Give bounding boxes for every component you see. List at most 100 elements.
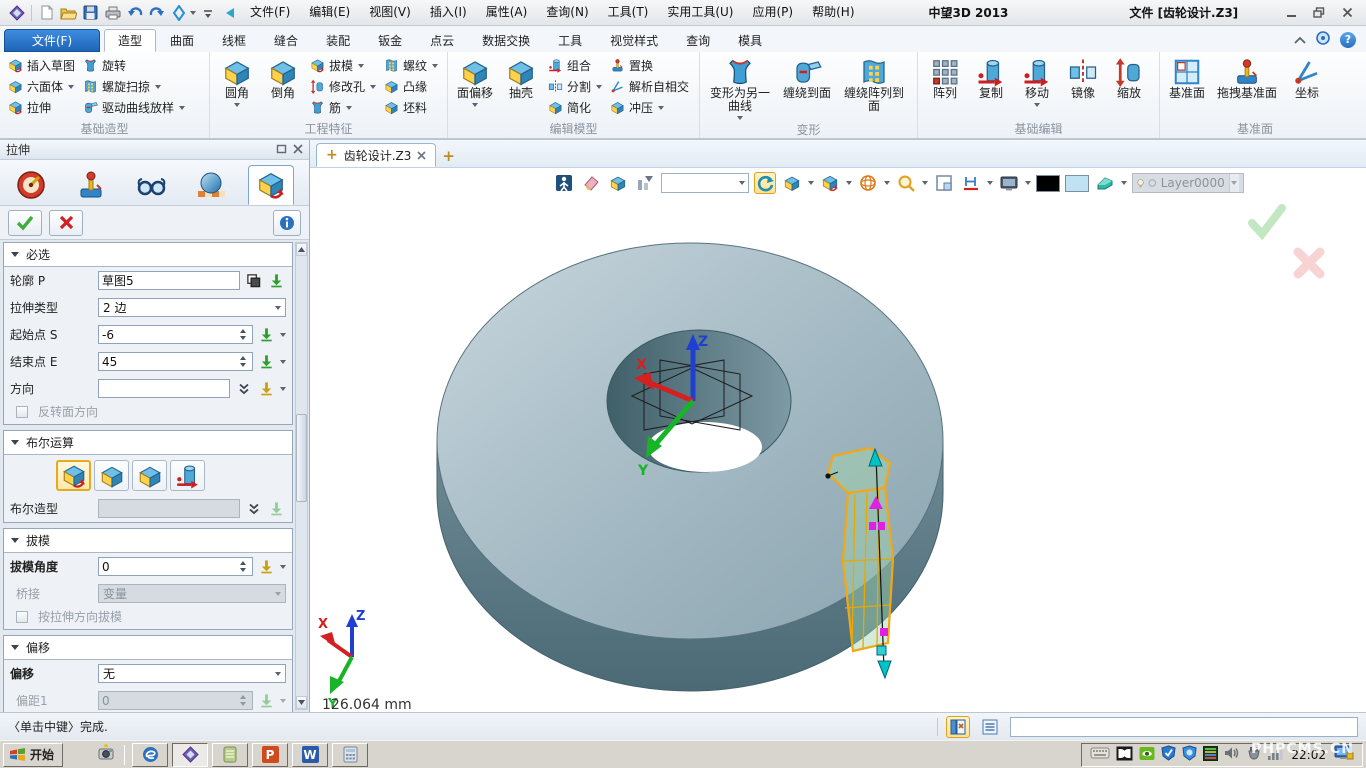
- tab-mold[interactable]: 模具: [724, 29, 776, 52]
- dropdown-arrow-icon[interactable]: [472, 103, 478, 110]
- display-settings-icon[interactable]: [998, 172, 1020, 194]
- section-header[interactable]: 拔模: [4, 529, 292, 553]
- tab-inquire[interactable]: 查询: [672, 29, 724, 52]
- wrap-pattern-to-face-button[interactable]: 缠绕阵列到面: [838, 55, 910, 113]
- viewport-3d[interactable]: X Y Z: [310, 168, 1366, 712]
- eraser-wedge-icon[interactable]: [1094, 172, 1116, 194]
- show-desktop-icon[interactable]: [1334, 745, 1354, 764]
- extrude-type-combo[interactable]: 2 边: [98, 298, 286, 317]
- end-drag-handle[interactable]: [878, 661, 891, 678]
- tab-wireframe[interactable]: 线框: [208, 29, 260, 52]
- auto-rotate-button[interactable]: [754, 172, 776, 194]
- end-input[interactable]: [102, 355, 237, 369]
- dropdown-arrow-icon[interactable]: [370, 85, 376, 92]
- dropdown-arrow-icon[interactable]: [1121, 181, 1127, 188]
- tab-drag-handle[interactable]: [68, 165, 114, 205]
- menu-utilities[interactable]: 实用工具(U): [658, 0, 742, 25]
- direction-pick-button[interactable]: [257, 380, 276, 398]
- datum-plane-button[interactable]: 基准面: [1164, 55, 1210, 100]
- taskbar-clock[interactable]: 22:02: [1289, 748, 1328, 762]
- print-icon[interactable]: [102, 2, 123, 23]
- power-plug-tray-icon[interactable]: [1247, 746, 1261, 764]
- undo-icon[interactable]: [124, 2, 145, 23]
- direction-field[interactable]: [98, 379, 230, 398]
- minimize-button[interactable]: [1282, 5, 1300, 21]
- wrap-to-face-button[interactable]: 缠绕到面: [776, 55, 838, 100]
- insert-sketch-button[interactable]: 插入草图: [4, 55, 79, 76]
- dropdown-arrow-icon[interactable]: [737, 116, 743, 123]
- box-button[interactable]: 六面体: [4, 76, 79, 97]
- menu-attributes[interactable]: 属性(A): [477, 0, 537, 25]
- direction-expand-button[interactable]: [234, 380, 253, 398]
- new-file-icon[interactable]: [36, 2, 57, 23]
- security-shield-check-icon[interactable]: [1161, 745, 1176, 764]
- dropdown-arrow-icon[interactable]: [922, 181, 928, 188]
- combine-button[interactable]: 组合: [544, 55, 606, 76]
- dropdown-arrow-icon[interactable]: [234, 103, 240, 110]
- start-input[interactable]: [102, 328, 237, 342]
- tab-close-icon[interactable]: [417, 151, 426, 160]
- offset-handle-3[interactable]: [880, 628, 888, 636]
- nvidia-tray-icon[interactable]: [1139, 746, 1155, 764]
- section-header[interactable]: 必选: [4, 243, 292, 267]
- app-grid-tray-icon[interactable]: [1203, 746, 1218, 764]
- dolby-tray-icon[interactable]: [1116, 746, 1133, 764]
- boolean-base-button[interactable]: [56, 460, 91, 491]
- antivirus-shield-icon[interactable]: [1182, 745, 1197, 764]
- pick-filter-icon[interactable]: [634, 172, 656, 194]
- flip-face-checkbox[interactable]: [16, 406, 28, 418]
- tab-preview-glasses[interactable]: [128, 165, 174, 205]
- start-button[interactable]: 开始: [3, 743, 63, 767]
- view-search-combo[interactable]: [661, 173, 749, 193]
- boolean-expand-button[interactable]: [244, 500, 263, 518]
- spiral-sweep-button[interactable]: 螺旋扫掠: [79, 76, 189, 97]
- mirror-button[interactable]: 镜像: [1060, 55, 1106, 100]
- scroll-up-icon[interactable]: [296, 243, 307, 256]
- dropdown-arrow-icon[interactable]: [808, 181, 814, 188]
- menu-file[interactable]: 文件(F): [241, 0, 299, 25]
- collapse-ribbon-icon[interactable]: [1294, 33, 1306, 47]
- direction-options-arrow[interactable]: [280, 387, 286, 394]
- menu-help[interactable]: 帮助(H): [803, 0, 863, 25]
- draft-options-arrow[interactable]: [280, 565, 286, 572]
- face-offset-button[interactable]: 面偏移: [452, 55, 498, 110]
- divide-button[interactable]: 分割: [544, 76, 606, 97]
- drag-datum-plane-button[interactable]: 拖拽基准面: [1210, 55, 1284, 100]
- restore-button[interactable]: [1310, 5, 1328, 21]
- menu-edit[interactable]: 编辑(E): [300, 0, 359, 25]
- stock-button[interactable]: 坯料: [380, 97, 442, 118]
- profile-input[interactable]: [102, 274, 236, 288]
- lip-button[interactable]: 凸缘: [380, 76, 442, 97]
- dropdown-arrow-icon[interactable]: [987, 181, 993, 188]
- modify-hole-button[interactable]: 修改孔: [306, 76, 380, 97]
- dropdown-arrow-icon[interactable]: [846, 181, 852, 188]
- network-signal-tray-icon[interactable]: [1267, 747, 1283, 763]
- redo-icon[interactable]: [146, 2, 167, 23]
- view-orientation-icon[interactable]: [781, 172, 803, 194]
- punch-button[interactable]: 冲压: [606, 97, 693, 118]
- scale-button[interactable]: 缩放: [1106, 55, 1152, 100]
- blank-eraser-icon[interactable]: [580, 172, 602, 194]
- tab-assembly[interactable]: 装配: [312, 29, 364, 52]
- dropdown-arrow-icon[interactable]: [596, 85, 602, 92]
- section-header[interactable]: 偏移: [4, 636, 292, 660]
- dropdown-arrow-icon[interactable]: [432, 64, 438, 71]
- output-list-button[interactable]: [978, 716, 1002, 738]
- tab-sew[interactable]: 缝合: [260, 29, 312, 52]
- dropdown-arrow-icon[interactable]: [1034, 103, 1040, 110]
- save-icon[interactable]: [80, 2, 101, 23]
- profile-pick-button[interactable]: [267, 272, 286, 290]
- tab-dataexchange[interactable]: 数据交换: [468, 29, 544, 52]
- tab-surface[interactable]: 曲面: [156, 29, 208, 52]
- fillet-button[interactable]: 圆角: [214, 55, 260, 110]
- layer-combo[interactable]: Layer0000: [1132, 173, 1244, 193]
- taskbar-notes-button[interactable]: [212, 743, 248, 767]
- draft-angle-field[interactable]: [98, 557, 253, 576]
- collapse-left-icon[interactable]: [219, 2, 240, 23]
- menu-inquire[interactable]: 查询(N): [537, 0, 597, 25]
- capture-tool-icon[interactable]: [95, 743, 117, 766]
- dimension-display-icon[interactable]: [960, 172, 982, 194]
- cancel-button[interactable]: [49, 210, 83, 236]
- shell-button[interactable]: 抽壳: [498, 55, 544, 100]
- pattern-button[interactable]: 阵列: [922, 55, 968, 100]
